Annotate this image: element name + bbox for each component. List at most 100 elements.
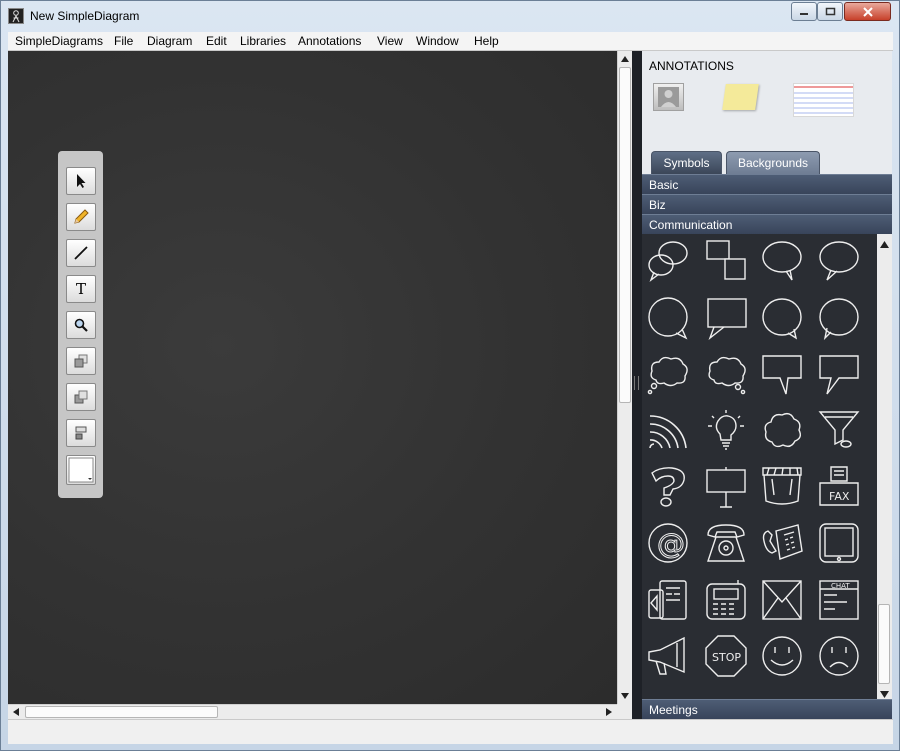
tab-backgrounds[interactable]: Backgrounds bbox=[726, 151, 820, 174]
menu-annotations[interactable]: Annotations bbox=[298, 34, 361, 48]
splitter-grip-icon[interactable] bbox=[634, 376, 639, 390]
oval-speech-bubble-right-icon[interactable] bbox=[815, 294, 863, 342]
symbol-scroll-thumb[interactable] bbox=[878, 604, 890, 684]
arrow-cursor-icon bbox=[77, 174, 86, 188]
annotations-section: ANNOTATIONS Symbols Backgrounds bbox=[642, 51, 892, 174]
partial-symbol-row bbox=[644, 688, 692, 699]
sticky-note-icon[interactable] bbox=[722, 84, 759, 110]
rectangle-speech-bubble-icon[interactable] bbox=[702, 294, 750, 342]
round-speech-bubble-icon[interactable] bbox=[644, 294, 692, 342]
square-callout-left-icon[interactable] bbox=[815, 350, 863, 398]
speech-bubble-left-icon[interactable] bbox=[815, 236, 863, 284]
align-tool[interactable] bbox=[66, 419, 96, 447]
send-backward-tool[interactable] bbox=[66, 383, 96, 411]
menu-edit[interactable]: Edit bbox=[206, 34, 227, 48]
oval-speech-bubble-icon[interactable] bbox=[758, 294, 806, 342]
application-window: New SimpleDiagram SimpleDiagrams File Di… bbox=[0, 0, 900, 751]
minimize-icon bbox=[800, 12, 808, 15]
align-icon bbox=[75, 426, 87, 440]
category-communication[interactable]: Communication bbox=[642, 214, 892, 234]
fax-machine-icon[interactable]: FAX bbox=[815, 463, 863, 511]
thought-cloud-icon[interactable] bbox=[644, 350, 692, 398]
desk-phone-icon[interactable] bbox=[758, 519, 806, 567]
menu-diagram[interactable]: Diagram bbox=[147, 34, 192, 48]
horizontal-scroll-thumb[interactable] bbox=[25, 706, 218, 718]
menu-simplediagrams[interactable]: SimpleDiagrams bbox=[15, 34, 103, 48]
minimize-button[interactable] bbox=[791, 2, 817, 21]
magnifier-icon bbox=[74, 318, 88, 332]
index-card-icon[interactable] bbox=[793, 83, 854, 117]
maximize-button[interactable] bbox=[817, 2, 843, 21]
scroll-left-arrow-icon[interactable] bbox=[8, 705, 24, 719]
funnel-icon[interactable] bbox=[815, 406, 863, 454]
scroll-right-arrow-icon[interactable] bbox=[601, 705, 617, 719]
window-title: New SimpleDiagram bbox=[30, 9, 140, 23]
line-tool[interactable] bbox=[66, 239, 96, 267]
category-basic[interactable]: Basic bbox=[642, 174, 892, 194]
cloud-icon[interactable] bbox=[758, 406, 806, 454]
symbol-grid-scrollbar[interactable] bbox=[877, 234, 892, 699]
sad-face-icon[interactable] bbox=[815, 632, 863, 680]
text-tool[interactable]: T bbox=[66, 275, 96, 303]
fax-label: FAX bbox=[829, 490, 850, 503]
smiley-face-icon[interactable] bbox=[758, 632, 806, 680]
chat-label: CHAT bbox=[831, 582, 850, 590]
library-panel: ANNOTATIONS Symbols Backgrounds Basic Bi… bbox=[642, 51, 892, 719]
pointer-tool[interactable] bbox=[66, 167, 96, 195]
color-picker[interactable] bbox=[66, 455, 96, 485]
menu-libraries[interactable]: Libraries bbox=[240, 34, 286, 48]
at-sign-icon[interactable]: @ bbox=[644, 519, 692, 567]
tablet-icon[interactable] bbox=[815, 519, 863, 567]
at-label: @ bbox=[657, 527, 685, 560]
toolbox: T bbox=[58, 151, 103, 498]
speech-bubbles-icon[interactable] bbox=[644, 236, 692, 284]
mobile-devices-icon[interactable] bbox=[644, 576, 692, 624]
scroll-up-arrow-icon[interactable] bbox=[618, 51, 632, 67]
pencil-tool[interactable] bbox=[66, 203, 96, 231]
send-backward-icon bbox=[74, 390, 88, 404]
status-bar bbox=[8, 719, 893, 744]
line-icon bbox=[74, 246, 88, 260]
maximize-icon bbox=[825, 7, 835, 16]
calculator-phone-icon[interactable] bbox=[702, 576, 750, 624]
scroll-up-arrow-icon[interactable] bbox=[880, 237, 889, 251]
tab-symbols[interactable]: Symbols bbox=[651, 151, 722, 174]
scrollbar-corner bbox=[617, 704, 632, 719]
close-button[interactable] bbox=[844, 2, 891, 21]
signboard-icon[interactable] bbox=[702, 463, 750, 511]
stop-sign-icon[interactable]: STOP bbox=[702, 632, 750, 680]
person-card-icon[interactable] bbox=[653, 83, 684, 111]
category-biz[interactable]: Biz bbox=[642, 194, 892, 214]
square-callout-icon[interactable] bbox=[758, 350, 806, 398]
scroll-down-arrow-icon[interactable] bbox=[618, 688, 632, 704]
speech-bubble-icon[interactable] bbox=[758, 236, 806, 284]
bring-forward-tool[interactable] bbox=[66, 347, 96, 375]
light-bulb-icon[interactable] bbox=[702, 406, 750, 454]
pencil-icon bbox=[74, 209, 89, 224]
zoom-tool[interactable] bbox=[66, 311, 96, 339]
rotary-phone-icon[interactable] bbox=[702, 519, 750, 567]
color-swatch-icon bbox=[68, 457, 94, 483]
question-mark-icon[interactable] bbox=[644, 463, 692, 511]
menu-window[interactable]: Window bbox=[416, 34, 459, 48]
annotations-heading: ANNOTATIONS bbox=[649, 59, 734, 73]
menu-file[interactable]: File bbox=[114, 34, 133, 48]
overlapping-squares-icon[interactable] bbox=[702, 236, 750, 284]
title-bar[interactable]: New SimpleDiagram bbox=[1, 1, 899, 31]
megaphone-icon[interactable] bbox=[644, 632, 692, 680]
category-meetings[interactable]: Meetings bbox=[642, 699, 892, 719]
thought-cloud-right-icon[interactable] bbox=[702, 350, 750, 398]
menu-view[interactable]: View bbox=[377, 34, 403, 48]
text-t-icon: T bbox=[75, 280, 86, 298]
awning-shop-icon[interactable] bbox=[758, 463, 806, 511]
panel-splitter[interactable] bbox=[632, 51, 642, 719]
envelope-icon[interactable] bbox=[758, 576, 806, 624]
canvas-horizontal-scrollbar[interactable] bbox=[8, 704, 617, 719]
vertical-scroll-thumb[interactable] bbox=[619, 67, 631, 403]
wireless-signal-icon[interactable] bbox=[644, 406, 692, 454]
menu-bar: SimpleDiagrams File Diagram Edit Librari… bbox=[8, 32, 893, 51]
menu-help[interactable]: Help bbox=[474, 34, 499, 48]
canvas-vertical-scrollbar[interactable] bbox=[617, 51, 632, 704]
panel-tabs: Symbols Backgrounds bbox=[642, 151, 892, 174]
chat-window-icon[interactable]: CHAT bbox=[815, 576, 863, 624]
